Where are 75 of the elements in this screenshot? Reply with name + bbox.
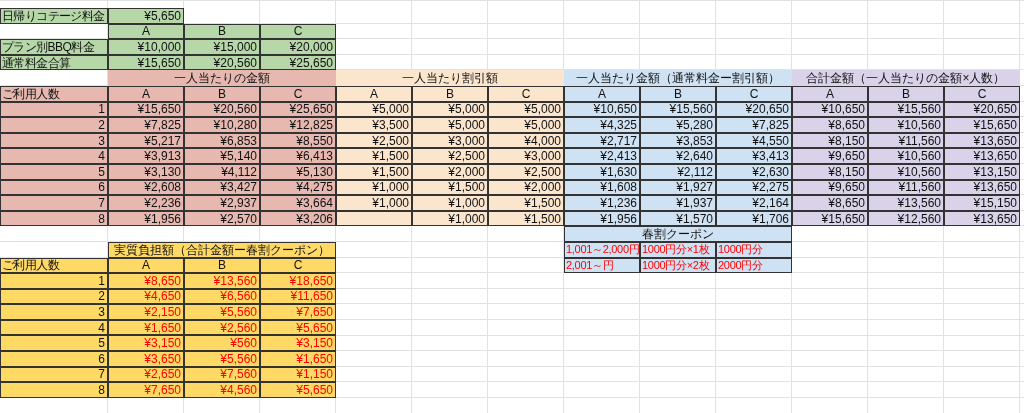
table-cell: ¥3,413	[716, 148, 792, 164]
row-label: 7	[0, 195, 108, 211]
table-cell: ¥15,150	[944, 195, 1020, 211]
table-cell: ¥1,937	[640, 195, 716, 211]
row-label: 1	[0, 273, 108, 289]
table-cell: ¥5,280	[640, 117, 716, 133]
section-title: 一人当たりの金額	[108, 70, 336, 86]
table-cell: ¥12,825	[260, 117, 336, 133]
table-cell: ¥1,500	[488, 195, 564, 211]
table-cell: ¥560	[184, 335, 260, 352]
table-cell: ¥2,640	[640, 148, 716, 164]
table-cell: ¥5,560	[184, 304, 260, 320]
section-title: 一人当たり金額（通常料金ー割引額）	[564, 70, 792, 86]
row-label: 4	[0, 148, 108, 164]
table-cell: ¥7,825	[716, 117, 792, 133]
table-cell: ¥2,413	[564, 148, 640, 164]
column-header: C	[260, 23, 336, 40]
table-cell: ¥3,000	[488, 148, 564, 164]
section-title: 合計金額（一人当たりの金額×人数）	[792, 70, 1020, 86]
column-header: B	[184, 23, 260, 40]
table-cell: ¥9,650	[792, 148, 868, 164]
table-cell: ¥1,236	[564, 195, 640, 211]
table-cell: ¥5,560	[184, 351, 260, 367]
table-cell: ¥10,280	[184, 117, 260, 133]
table-cell: ¥2,937	[184, 195, 260, 211]
table-cell: ¥3,500	[336, 117, 412, 133]
table-cell: ¥3,650	[108, 351, 184, 367]
table-cell: ¥1,000	[412, 195, 488, 211]
row-label: 3	[0, 304, 108, 320]
section-title: 春割クーポン	[564, 226, 792, 242]
table-cell: ¥13,560	[184, 273, 260, 289]
table-cell: ¥2,500	[412, 148, 488, 164]
table-cell: ¥15,650	[944, 117, 1020, 133]
table-cell: ¥2,236	[108, 195, 184, 211]
table-cell: ¥18,650	[260, 273, 336, 289]
table-cell: ¥2,164	[716, 195, 792, 211]
row-label: プラン別BBQ料金	[0, 39, 108, 55]
table-cell: ¥7,650	[108, 382, 184, 398]
table-cell: ¥1,000	[336, 195, 412, 211]
table-cell: ¥7,825	[108, 117, 184, 133]
table-cell: ¥20,000	[260, 39, 336, 55]
section-title: 実質負担額（合計金額ー春割クーポン）	[108, 241, 336, 258]
table-cell: ¥15,000	[184, 39, 260, 55]
row-label: ご利用人数	[0, 257, 108, 274]
row-label: ご利用人数	[0, 85, 108, 102]
section-title: 一人当たり割引額	[336, 70, 564, 86]
row-label: 8	[0, 382, 108, 398]
table-cell: ¥1,500	[336, 148, 412, 164]
table-cell: ¥5,000	[412, 117, 488, 133]
table-cell: ¥3,150	[108, 335, 184, 352]
table-cell: ¥2,150	[108, 304, 184, 320]
table-cell: ¥5,650	[260, 382, 336, 398]
table-cell: ¥4,325	[564, 117, 640, 133]
table-cell: ¥4,560	[184, 382, 260, 398]
table-cell: ¥10,000	[108, 39, 184, 55]
row-label: 日帰りコテージ料金	[0, 8, 108, 24]
table-cell: ¥8,650	[792, 195, 868, 211]
table-cell: ¥10,560	[868, 148, 944, 164]
table-cell: ¥5,000	[488, 117, 564, 133]
table-cell: ¥5,140	[184, 148, 260, 164]
row-label: 6	[0, 351, 108, 367]
table-cell: ¥7,650	[260, 304, 336, 320]
table-cell: ¥8,650	[108, 273, 184, 289]
table-cell: ¥3,913	[108, 148, 184, 164]
table-cell: ¥13,560	[868, 195, 944, 211]
table-cell: ¥5,650	[108, 8, 184, 24]
table-cell: ¥3,150	[260, 335, 336, 352]
table-cell: ¥1,650	[260, 351, 336, 367]
table-cell: ¥6,413	[260, 148, 336, 164]
table-cell: ¥10,560	[868, 117, 944, 133]
table-cell: ¥13,650	[944, 148, 1020, 164]
table-cell: ¥3,664	[260, 195, 336, 211]
row-label: 2	[0, 117, 108, 133]
row-label: 5	[0, 335, 108, 352]
table-cell: ¥8,650	[792, 117, 868, 133]
